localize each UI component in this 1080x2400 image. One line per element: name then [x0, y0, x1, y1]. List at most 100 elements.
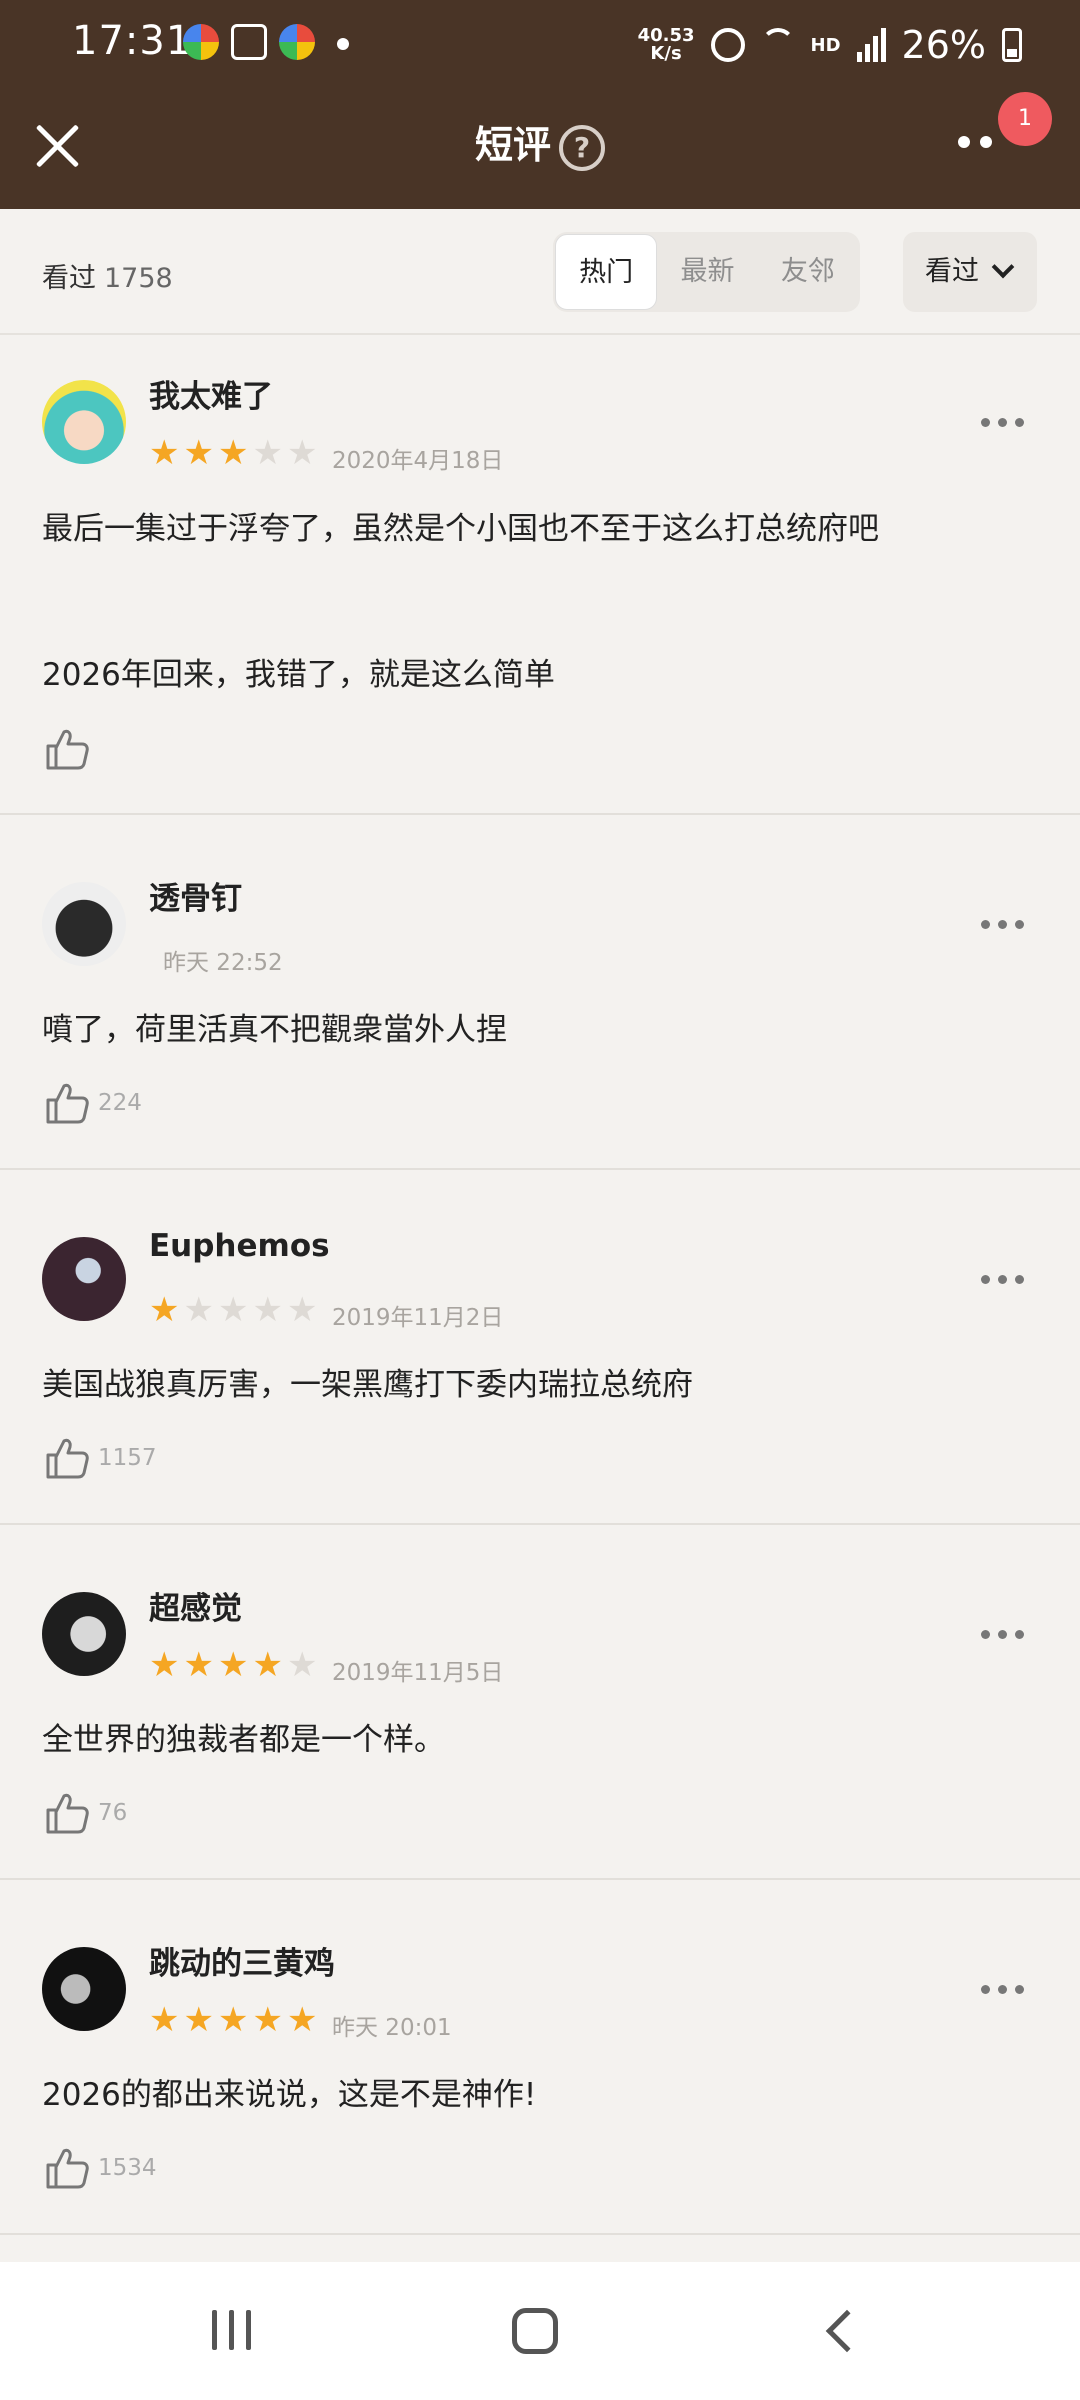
back-icon[interactable] — [825, 2309, 869, 2353]
star-rating: ★ ★ ★ ★ ★ — [149, 1293, 317, 1327]
star-icon: ★ — [217, 1290, 249, 1330]
like-count: 1534 — [98, 2155, 157, 2181]
review-date: 2020年4月18日 — [332, 448, 504, 474]
star-icon: ★ — [183, 1645, 214, 1685]
watched-filter-dropdown[interactable]: 看过 — [903, 232, 1037, 312]
avatar[interactable] — [42, 1237, 126, 1321]
thumbs-up-icon — [46, 1083, 89, 1124]
chevron-down-icon — [991, 255, 1015, 279]
like-button[interactable]: 224 — [42, 1077, 142, 1129]
review-text: 2026的都出来说说，这是不是神作! — [42, 2077, 537, 2113]
tab-hot[interactable]: 热门 — [555, 234, 658, 310]
thumbs-up-icon — [46, 2148, 89, 2189]
star-icon: ★ — [286, 2000, 318, 2040]
star-icon: ★ — [252, 2000, 283, 2040]
more-notifications-dot — [337, 38, 349, 50]
star-rating: ★ ★ ★ ★ ★ — [149, 2003, 317, 2037]
like-count: 76 — [98, 1800, 128, 1826]
review-date: 2019年11月5日 — [332, 1660, 504, 1686]
star-icon: ★ — [286, 1645, 318, 1685]
network-speed: 40.53 K/s — [637, 25, 695, 64]
app-header: 短评? 1 — [0, 90, 1080, 209]
review-item: 透骨钉 昨天 22:52 噴了，荷里活真不把觀衆當外人捏 224 — [0, 815, 1080, 1170]
review-text: 最后一集过于浮夸了，虽然是个小国也不至于这么打总统府吧 — [42, 511, 879, 547]
thumbs-up-icon — [46, 1793, 89, 1834]
review-more-icon[interactable] — [981, 418, 1024, 427]
star-icon: ★ — [217, 433, 249, 473]
username[interactable]: 超感觉 — [149, 1583, 242, 1628]
notification-badge: 1 — [998, 92, 1052, 146]
review-item: Euphemos ★ ★ ★ ★ ★ 2019年11月2日 美国战狼真厉害，一架… — [0, 1170, 1080, 1525]
username[interactable]: 跳动的三黄鸡 — [149, 1938, 335, 1983]
status-bar: 17:31 40.53 K/s HD 26% — [0, 0, 1080, 90]
page-title-wrap: 短评? — [0, 114, 1080, 171]
review-date: 昨天 20:01 — [332, 2015, 452, 2041]
filter-bar: 看过 1758 热门 最新 友邻 看过 — [0, 209, 1080, 335]
watched-count-value: 1758 — [104, 263, 173, 294]
wifi-icon — [760, 28, 795, 62]
review-date: 2019年11月2日 — [332, 1305, 504, 1331]
star-icon: ★ — [183, 2000, 214, 2040]
star-icon: ★ — [149, 1290, 180, 1330]
avatar[interactable] — [42, 1592, 126, 1676]
watched-count: 看过 1758 — [42, 256, 173, 295]
star-icon: ★ — [217, 2000, 249, 2040]
username[interactable]: 透骨钉 — [149, 873, 242, 918]
star-rating: ★ ★ ★ ★ ★ — [149, 436, 317, 470]
like-button[interactable]: 1534 — [42, 2142, 157, 2194]
like-button[interactable]: 76 — [42, 1787, 127, 1839]
thumbs-up-icon — [46, 1438, 89, 1479]
app-notification-icon — [183, 24, 219, 60]
app-notification-icon-2 — [279, 24, 315, 60]
review-date: 昨天 22:52 — [163, 950, 283, 976]
gallery-notification-icon — [231, 24, 267, 60]
like-button[interactable]: 1157 — [42, 1432, 157, 1484]
review-text: 全世界的独裁者都是一个样。 — [42, 1722, 445, 1758]
like-button[interactable] — [42, 723, 98, 775]
star-icon: ★ — [217, 1645, 249, 1685]
star-icon: ★ — [149, 1645, 180, 1685]
review-text: 美国战狼真厉害，一架黑鹰打下委内瑞拉总统府 — [42, 1367, 693, 1403]
battery-icon — [1002, 28, 1022, 62]
review-more-icon[interactable] — [981, 1985, 1024, 1994]
review-text-2: 2026年回来，我错了，就是这么简单 — [42, 657, 555, 693]
star-icon: ★ — [252, 433, 283, 473]
review-more-icon[interactable] — [981, 920, 1024, 929]
help-icon[interactable]: ? — [559, 124, 605, 171]
username[interactable]: 我太难了 — [149, 371, 273, 416]
page-title: 短评 — [474, 123, 551, 167]
review-more-icon[interactable] — [981, 1630, 1024, 1639]
thumbs-up-icon — [46, 729, 89, 770]
home-icon[interactable] — [512, 2308, 558, 2354]
star-icon: ★ — [286, 1290, 318, 1330]
star-icon: ★ — [286, 433, 318, 473]
review-item: 超感觉 ★ ★ ★ ★ ★ 2019年11月5日 全世界的独裁者都是一个样。 7… — [0, 1525, 1080, 1880]
system-nav-bar — [0, 2262, 1080, 2400]
like-count: 1157 — [98, 1445, 157, 1471]
recent-apps-icon[interactable] — [212, 2310, 251, 2350]
watched-count-label: 看过 — [42, 263, 96, 294]
battery-percent: 26% — [901, 23, 986, 67]
like-count: 224 — [98, 1090, 142, 1116]
hd-label: HD — [810, 34, 841, 56]
avatar[interactable] — [42, 380, 126, 464]
signal-icon — [856, 28, 886, 62]
avatar[interactable] — [42, 1947, 126, 2031]
star-icon: ★ — [252, 1645, 283, 1685]
review-more-icon[interactable] — [981, 1275, 1024, 1284]
more-options-icon[interactable] — [958, 136, 992, 148]
avatar[interactable] — [42, 882, 126, 966]
star-icon: ★ — [183, 1290, 214, 1330]
watched-filter-label: 看过 — [925, 256, 979, 287]
review-text: 噴了，荷里活真不把觀衆當外人捏 — [42, 1012, 507, 1048]
review-item: 我太难了 ★ ★ ★ ★ ★ 2020年4月18日 最后一集过于浮夸了，虽然是个… — [0, 335, 1080, 815]
star-rating: ★ ★ ★ ★ ★ — [149, 1648, 317, 1682]
alarm-icon — [710, 28, 745, 62]
username[interactable]: Euphemos — [149, 1228, 330, 1264]
status-time: 17:31 — [72, 18, 193, 64]
sort-tabs: 热门 最新 友邻 — [553, 232, 860, 312]
tab-friends[interactable]: 友邻 — [758, 234, 858, 310]
tab-latest[interactable]: 最新 — [657, 234, 757, 310]
star-icon: ★ — [149, 433, 180, 473]
star-icon: ★ — [183, 433, 214, 473]
